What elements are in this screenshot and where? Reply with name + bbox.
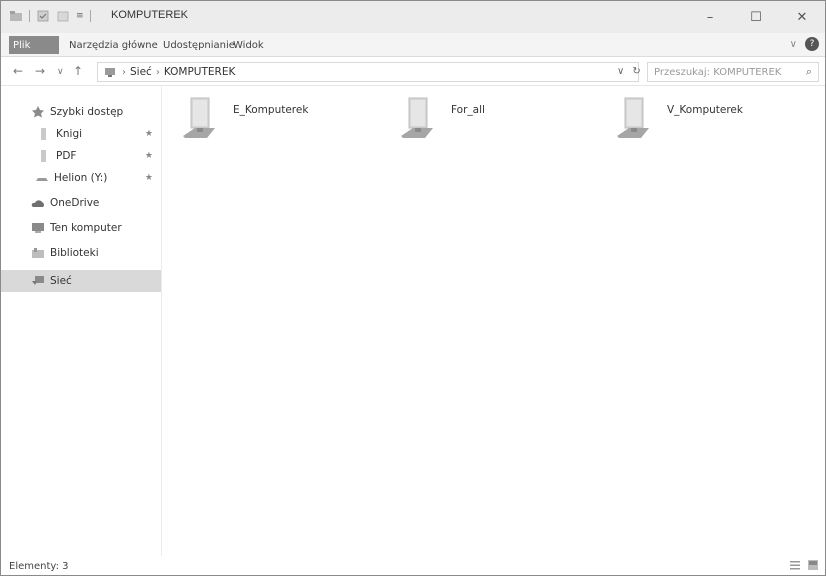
ribbon-tabs: Plik Narzędzia główne Udostępnianie Wido… bbox=[1, 33, 825, 57]
expand-ribbon-icon[interactable]: ∨ bbox=[790, 39, 797, 50]
sidebar-item-libraries[interactable]: Biblioteki bbox=[1, 242, 161, 264]
file-explorer-window: ≡ KOMPUTEREK – ☐ ✕ Plik Narzędzia główne… bbox=[0, 0, 826, 576]
tab-view[interactable]: Widok bbox=[233, 37, 264, 54]
back-button[interactable]: ← bbox=[13, 64, 23, 78]
search-icon[interactable]: ⌕ bbox=[806, 65, 812, 79]
properties-icon[interactable] bbox=[36, 10, 50, 22]
shared-folder-icon bbox=[401, 97, 433, 138]
breadcrumb-network[interactable]: Sieć bbox=[130, 66, 152, 78]
pin-icon[interactable]: ★ bbox=[145, 151, 153, 161]
address-bar[interactable]: › Sieć › KOMPUTEREK bbox=[97, 62, 639, 82]
close-button[interactable]: ✕ bbox=[779, 1, 825, 33]
network-icon bbox=[105, 67, 115, 77]
shared-folder-icon bbox=[617, 97, 649, 138]
sidebar-item-network[interactable]: Sieć bbox=[1, 270, 161, 292]
cloud-icon bbox=[31, 200, 44, 207]
breadcrumb-komputerek[interactable]: KOMPUTEREK bbox=[164, 66, 236, 78]
tab-home[interactable]: Narzędzia główne bbox=[69, 37, 158, 54]
sidebar-item-label: Ten komputer bbox=[50, 222, 122, 234]
window-title: KOMPUTEREK bbox=[111, 9, 189, 21]
quick-access-toolbar: ≡ bbox=[9, 10, 91, 22]
item-label: For_all bbox=[451, 104, 485, 116]
refresh-icon[interactable]: ↻ bbox=[632, 66, 640, 77]
navigation-bar: ← → ∨ ↑ › Sieć › KOMPUTEREK ∨ ↻ Przeszuk… bbox=[1, 58, 825, 86]
list-item-v-komputerek[interactable]: V_Komputerek bbox=[615, 96, 825, 146]
sidebar-item-label: OneDrive bbox=[50, 197, 100, 209]
list-item-e-komputerek[interactable]: E_Komputerek bbox=[181, 96, 391, 146]
qat-separator bbox=[89, 10, 91, 22]
minimize-button[interactable]: – bbox=[687, 1, 733, 33]
item-count: Elementy: 3 bbox=[9, 560, 69, 572]
network-icon bbox=[32, 276, 44, 285]
sidebar-item-label: Helion (Y:) bbox=[54, 172, 108, 184]
sidebar-item-label: PDF bbox=[56, 150, 77, 162]
new-folder-icon[interactable] bbox=[56, 10, 70, 22]
folder-icon bbox=[41, 150, 46, 162]
file-list: E_Komputerek For_all V_Komputerek bbox=[163, 86, 825, 556]
sidebar-item-this-pc[interactable]: Ten komputer bbox=[1, 217, 161, 239]
navigation-pane: Szybki dostęp Knigi ★ PDF ★ Helion (Y:) … bbox=[1, 86, 162, 556]
sidebar-item-pdf[interactable]: PDF ★ bbox=[1, 145, 161, 167]
network-folder-icon[interactable] bbox=[9, 10, 23, 22]
help-icon[interactable]: ? bbox=[805, 37, 819, 51]
library-icon bbox=[32, 248, 44, 258]
pin-icon[interactable]: ★ bbox=[145, 129, 153, 139]
search-placeholder: Przeszukaj: KOMPUTEREK bbox=[654, 66, 782, 78]
search-input[interactable]: Przeszukaj: KOMPUTEREK ⌕ bbox=[647, 62, 819, 82]
up-button[interactable]: ↑ bbox=[73, 64, 83, 78]
sidebar-item-label: Sieć bbox=[50, 275, 72, 287]
tab-share[interactable]: Udostępnianie bbox=[163, 37, 235, 54]
address-dropdown-icon[interactable]: ∨ bbox=[617, 66, 624, 77]
item-label: E_Komputerek bbox=[233, 104, 309, 116]
tab-file[interactable]: Plik bbox=[9, 36, 59, 54]
ribbon-right-controls: ∨ ? bbox=[790, 37, 819, 51]
view-switcher bbox=[789, 559, 819, 571]
qat-dropdown-icon[interactable]: ≡ bbox=[76, 11, 84, 21]
star-icon bbox=[32, 106, 44, 118]
window-controls: – ☐ ✕ bbox=[687, 1, 825, 33]
sidebar-item-quick-access[interactable]: Szybki dostęp bbox=[1, 101, 161, 123]
pin-icon[interactable]: ★ bbox=[145, 173, 153, 183]
list-item-for-all[interactable]: For_all bbox=[399, 96, 609, 146]
large-icons-view-icon[interactable] bbox=[807, 559, 819, 571]
qat-separator bbox=[29, 10, 30, 22]
details-view-icon[interactable] bbox=[789, 559, 801, 571]
recent-locations-button[interactable]: ∨ bbox=[57, 67, 64, 77]
sidebar-item-onedrive[interactable]: OneDrive bbox=[1, 192, 161, 214]
breadcrumb-separator[interactable]: › bbox=[156, 67, 160, 78]
computer-icon bbox=[32, 223, 44, 233]
sidebar-item-helion[interactable]: Helion (Y:) ★ bbox=[1, 167, 161, 189]
maximize-button[interactable]: ☐ bbox=[733, 1, 779, 33]
address-controls: ∨ ↻ bbox=[617, 66, 641, 77]
shared-folder-icon bbox=[183, 97, 215, 138]
network-drive-icon bbox=[36, 178, 48, 181]
sidebar-item-label: Biblioteki bbox=[50, 247, 99, 259]
forward-button[interactable]: → bbox=[35, 64, 45, 78]
item-label: V_Komputerek bbox=[667, 104, 743, 116]
folder-icon bbox=[41, 128, 46, 140]
status-bar: Elementy: 3 bbox=[1, 556, 825, 576]
title-bar: ≡ KOMPUTEREK – ☐ ✕ bbox=[1, 1, 825, 33]
sidebar-item-label: Knigi bbox=[56, 128, 83, 140]
breadcrumb-separator[interactable]: › bbox=[122, 67, 126, 78]
sidebar-item-label: Szybki dostęp bbox=[50, 106, 124, 118]
sidebar-item-knigi[interactable]: Knigi ★ bbox=[1, 123, 161, 145]
